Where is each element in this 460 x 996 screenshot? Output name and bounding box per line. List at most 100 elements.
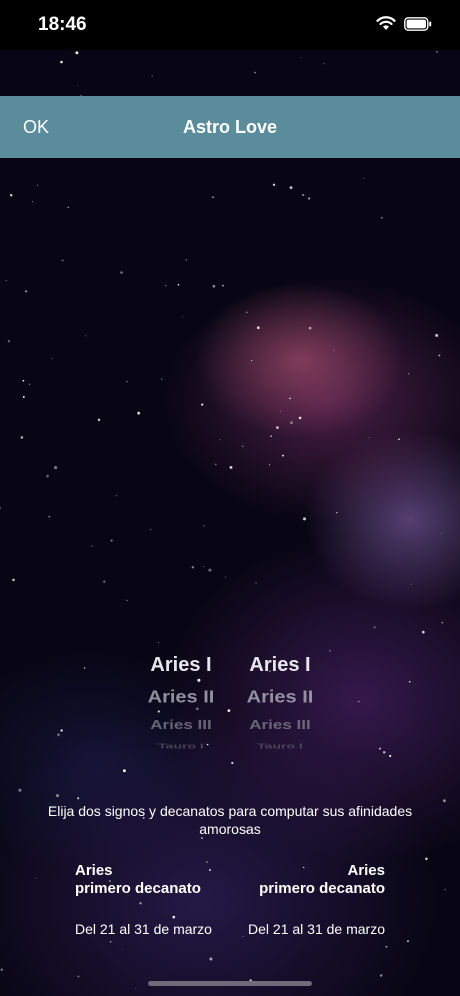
star [363,177,365,179]
selection-left-decan: primero decanato [75,880,201,897]
star [7,340,11,343]
star [203,566,205,567]
star [77,84,79,86]
wifi-icon [376,16,396,36]
sign-picker-left[interactable]: Aries I Aries II Aries III Tauro I [126,650,236,765]
star [57,733,60,737]
star [116,495,118,497]
star [382,751,386,754]
picker-item[interactable]: Tauro I [225,742,335,750]
star [425,857,428,861]
star [308,326,312,330]
star [301,193,305,197]
star [209,957,213,961]
star [191,566,195,569]
star [60,729,63,732]
star [139,902,142,905]
star [67,206,70,209]
selection-left: Aries primero decanato [75,862,201,898]
picker-item[interactable]: Aries III [225,715,335,735]
star [137,411,141,415]
star [208,868,211,872]
star [222,284,224,287]
star [389,754,392,758]
star [254,71,256,74]
star [421,630,425,634]
star [203,525,205,527]
star [308,197,311,200]
star [268,464,271,466]
star [158,642,160,644]
star [150,529,152,531]
selection-right-decan: primero decanato [259,880,385,897]
star [122,769,126,773]
star [408,680,411,683]
star [358,700,360,703]
star [61,259,64,262]
star [37,184,39,186]
star [438,354,441,357]
star [385,945,388,948]
star [242,445,244,447]
star [381,216,383,219]
star [208,568,212,572]
star [444,889,446,891]
star [289,397,291,400]
star [75,51,79,55]
star [91,545,93,547]
home-indicator [148,981,312,986]
star [440,533,442,535]
status-time: 18:46 [38,14,87,35]
picker-item[interactable]: Tauro I [126,742,236,750]
star [97,418,101,422]
selection-right-sign: Aries [347,862,385,879]
instruction-text: Elija dos signos y decanatos para comput… [47,803,413,837]
star [5,280,7,282]
navigation-bar: Astro Love OK [0,96,460,158]
selection-right-dates: Del 21 al 31 de marzo [248,921,385,937]
star [436,50,438,53]
battery-icon [404,16,432,36]
star [126,380,128,383]
star [182,316,184,318]
star [280,410,282,412]
star [177,283,180,286]
star [25,290,28,293]
picker-item-selected[interactable]: Aries I [126,650,236,682]
picker-item[interactable]: Aries II [225,684,335,711]
picker-item-selected[interactable]: Aries I [225,650,335,682]
sign-picker-right[interactable]: Aries I Aries II Aries III Tauro I [225,650,335,765]
star [151,75,153,77]
star [398,438,400,441]
star [368,436,370,438]
status-icons [376,16,432,36]
star [28,383,31,385]
star [0,968,3,971]
star [206,861,208,864]
star [255,582,257,584]
star [379,974,383,977]
star [51,357,53,359]
ok-button[interactable]: OK [23,96,49,158]
star [9,193,13,197]
star [110,539,113,542]
star [407,373,410,375]
star [282,454,284,457]
selection-right: Aries primero decanato [259,862,385,898]
star [256,326,260,330]
star [201,403,204,406]
picker-item[interactable]: Aries II [126,684,236,711]
star [407,940,409,942]
star [18,788,22,792]
star [22,395,25,398]
star [211,196,214,199]
star [323,63,325,65]
star [251,360,253,362]
star [60,60,63,64]
star [298,416,302,420]
star [229,465,233,469]
picker-item[interactable]: Aries III [126,715,236,735]
star [435,333,439,337]
star [77,975,80,978]
star [378,747,382,750]
